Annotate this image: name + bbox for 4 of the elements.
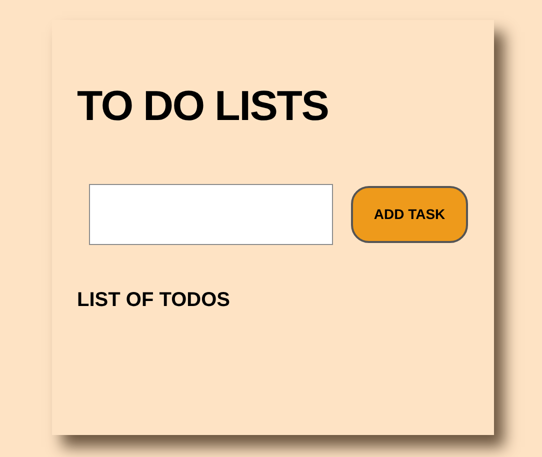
task-input[interactable]: [89, 184, 333, 245]
list-heading: LIST OF TODOS: [77, 288, 230, 313]
add-task-button[interactable]: ADD TASK: [351, 186, 468, 243]
page-title: TO DO LISTS: [77, 82, 328, 130]
